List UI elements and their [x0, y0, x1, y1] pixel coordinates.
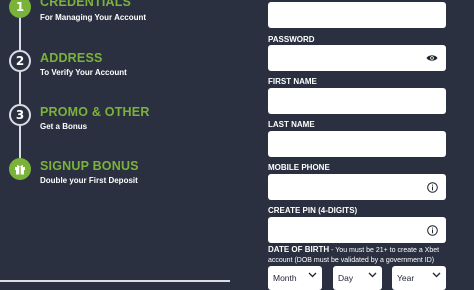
credentials-field[interactable]	[274, 2, 428, 28]
last-name-input[interactable]	[268, 131, 446, 157]
step-number: 1	[15, 0, 25, 14]
step-title: SIGNUP BONUS	[40, 159, 139, 173]
dob-label: DATE OF BIRTH - You must be 21+ to creat…	[268, 245, 448, 266]
first-name-label: FIRST NAME	[268, 77, 317, 86]
chevron-down-icon	[308, 272, 317, 278]
gift-icon	[9, 158, 31, 180]
divider	[0, 280, 230, 282]
dob-day-value: Day	[338, 273, 354, 283]
pin-input[interactable]	[268, 217, 446, 243]
mobile-phone-label: MOBILE PHONE	[268, 163, 330, 172]
pin-field[interactable]	[274, 217, 428, 243]
step-connector-line	[19, 126, 21, 158]
step-title: ADDRESS	[40, 51, 103, 65]
step-subtitle: Get a Bonus	[40, 122, 88, 131]
step-subtitle: Double your First Deposit	[40, 176, 138, 185]
chevron-down-icon	[432, 272, 441, 278]
step-2-badge: 2	[9, 50, 31, 72]
dob-month-select[interactable]: Month	[268, 266, 322, 290]
dob-month-value: Month	[273, 273, 297, 283]
info-icon[interactable]	[426, 224, 438, 236]
credentials-input[interactable]	[268, 2, 446, 28]
password-input[interactable]	[268, 45, 446, 71]
dob-year-value: Year	[397, 273, 415, 283]
step-1-badge: 1	[9, 0, 31, 18]
dob-year-select[interactable]: Year	[392, 266, 446, 290]
step-3-badge: 3	[9, 104, 31, 126]
step-number: 2	[15, 54, 25, 68]
step-subtitle: To Verify Your Account	[40, 68, 127, 77]
dob-day-select[interactable]: Day	[333, 266, 382, 290]
last-name-label: LAST NAME	[268, 120, 315, 129]
mobile-phone-input[interactable]	[268, 174, 446, 200]
step-title: CREDENTIALS	[40, 0, 132, 9]
chevron-down-icon	[368, 272, 377, 278]
pin-label: CREATE PIN (4-DIGITS)	[268, 206, 358, 215]
mobile-phone-field[interactable]	[274, 174, 428, 200]
password-label: PASSWORD	[268, 35, 315, 44]
first-name-input[interactable]	[268, 88, 446, 114]
step-subtitle: For Managing Your Account	[40, 13, 147, 22]
step-number: 3	[15, 108, 25, 122]
signup-steps: 1 CREDENTIALS For Managing Your Account …	[0, 0, 240, 286]
password-field[interactable]	[274, 45, 428, 71]
info-icon[interactable]	[426, 181, 438, 193]
step-connector-line	[19, 72, 21, 104]
last-name-field[interactable]	[274, 131, 428, 157]
signup-form: PASSWORD FIRST NAME LAST NAME MOBILE PHO…	[268, 0, 448, 290]
first-name-field[interactable]	[274, 88, 428, 114]
step-title: PROMO & OTHER	[40, 105, 150, 119]
dob-label-title: DATE OF BIRTH	[268, 245, 330, 254]
eye-icon[interactable]	[426, 52, 438, 64]
